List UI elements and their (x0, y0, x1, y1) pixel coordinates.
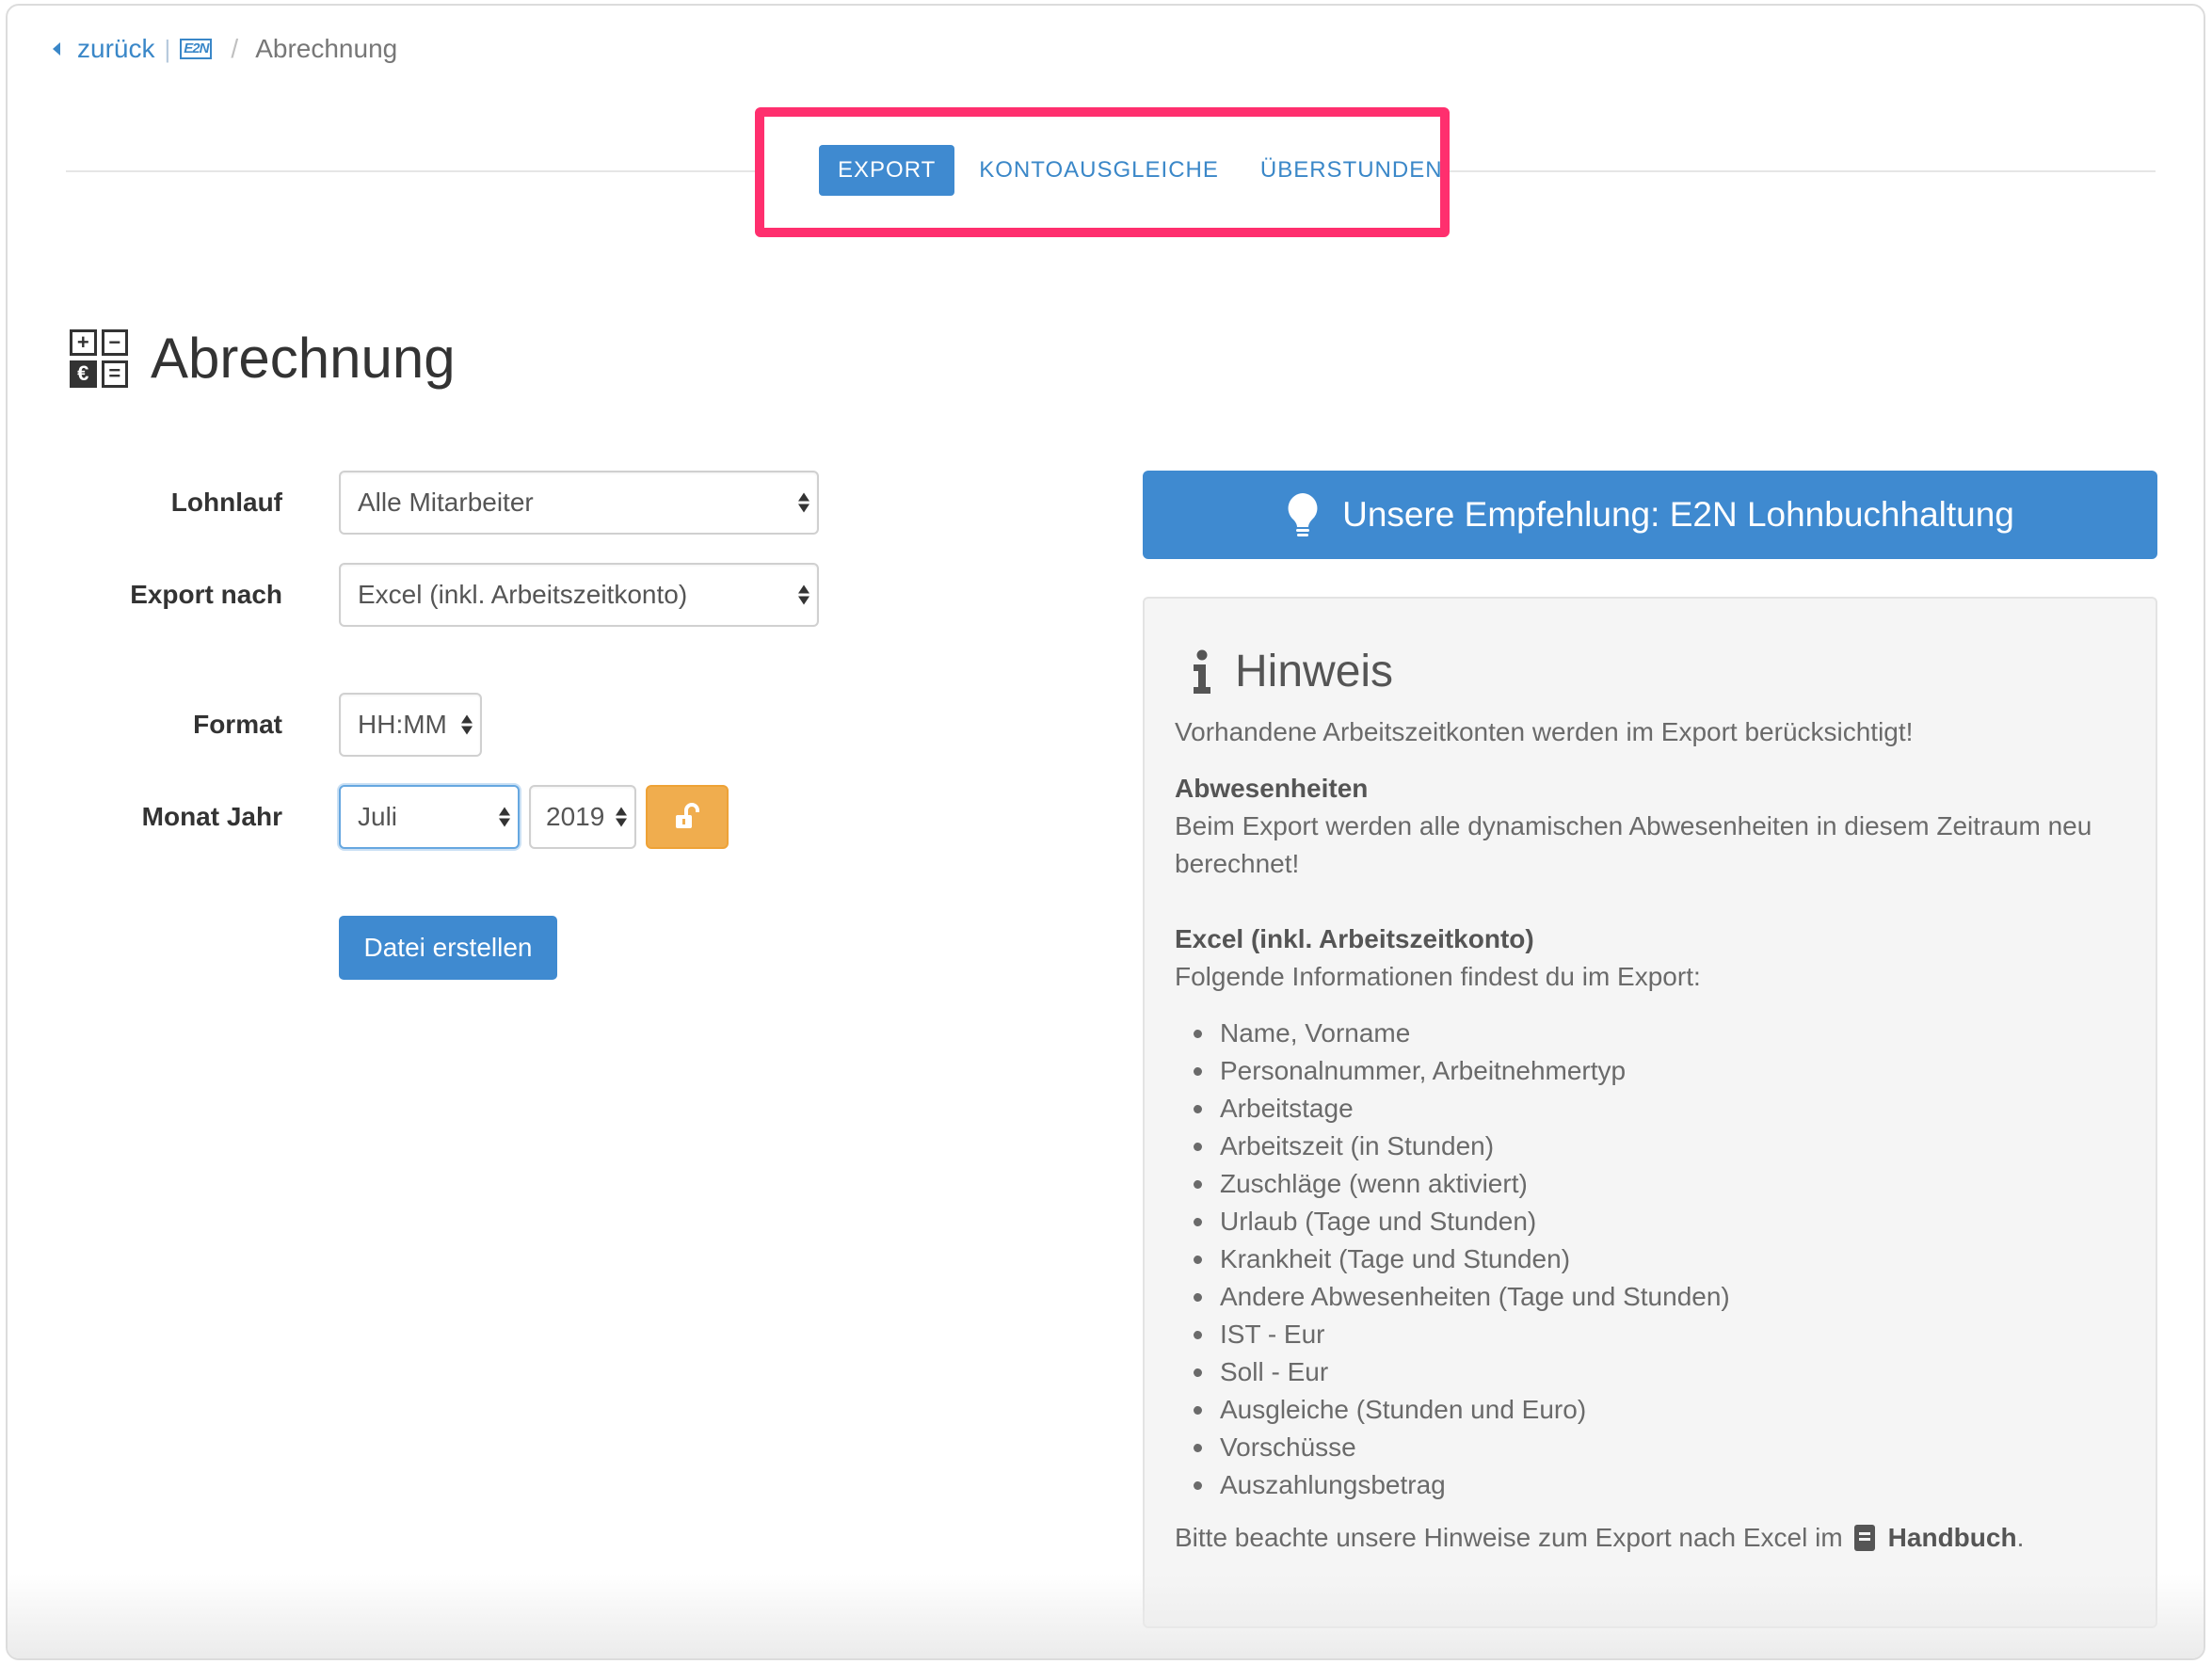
breadcrumb-separator: / (231, 34, 239, 63)
excel-heading: Excel (inkl. Arbeitszeitkonto) (1175, 924, 1534, 953)
list-item: Zuschläge (wenn aktiviert) (1194, 1165, 1730, 1203)
year-select[interactable]: 2019 (529, 785, 636, 849)
year-select-value: 2019 (546, 802, 605, 831)
tab-ueberstunden[interactable]: ÜBERSTUNDEN (1242, 145, 1462, 196)
list-item: Arbeitszeit (in Stunden) (1194, 1128, 1730, 1165)
select-arrows-icon (616, 807, 627, 827)
list-item: Andere Abwesenheiten (Tage und Stunden) (1194, 1278, 1730, 1316)
app-window: zurück | E2N / Abrechnung EXPORT KONTOAU… (6, 4, 2205, 1660)
absences-heading: Abwesenheiten (1175, 774, 1369, 803)
list-item: Vorschüsse (1194, 1429, 1730, 1466)
lightbulb-icon (1288, 493, 1318, 536)
recommendation-label: Unsere Empfehlung: E2N Lohnbuchhaltung (1342, 495, 2014, 534)
format-select[interactable]: HH:MM (339, 693, 482, 757)
calculator-icon: + − € = (70, 328, 128, 388)
absences-text-1: Beim Export werden alle dynamischen Abwe… (1175, 811, 2092, 840)
lohnlauf-label: Lohnlauf (170, 488, 282, 517)
format-label: Format (193, 710, 282, 739)
monat-jahr-label: Monat Jahr (141, 802, 282, 831)
lohnlauf-select-value: Alle Mitarbeiter (358, 488, 534, 517)
info-icon (1194, 649, 1210, 694)
list-item: Ausgleiche (Stunden und Euro) (1194, 1391, 1730, 1429)
handbook-note-end: . (2016, 1523, 2025, 1552)
export-select[interactable]: Excel (inkl. Arbeitszeitkonto) (339, 563, 819, 627)
recommendation-button[interactable]: Unsere Empfehlung: E2N Lohnbuchhaltung (1143, 471, 2157, 559)
list-item: Krankheit (Tage und Stunden) (1194, 1240, 1730, 1278)
create-file-button[interactable]: Datei erstellen (339, 916, 557, 980)
hint-intro: Vorhandene Arbeitszeitkonten werden im E… (1175, 717, 1914, 746)
list-item: Personalnummer, Arbeitnehmertyp (1194, 1052, 1730, 1090)
list-item: Name, Vorname (1194, 1015, 1730, 1052)
unlock-icon (676, 803, 699, 828)
select-arrows-icon (461, 714, 473, 735)
unlock-button[interactable] (646, 785, 729, 849)
list-item: Soll - Eur (1194, 1353, 1730, 1391)
tab-export[interactable]: EXPORT (819, 145, 955, 196)
absences-text-2: berechnet! (1175, 849, 1300, 878)
export-label: Export nach (130, 580, 282, 609)
back-link[interactable]: zurück (77, 34, 154, 64)
excel-intro: Folgende Informationen findest du im Exp… (1175, 962, 1701, 991)
list-item: Urlaub (Tage und Stunden) (1194, 1203, 1730, 1240)
breadcrumb: zurück | E2N / Abrechnung (53, 34, 397, 64)
breadcrumb-current: Abrechnung (255, 34, 398, 63)
handbook-link[interactable]: Handbuch (1888, 1523, 2017, 1553)
select-arrows-icon (798, 584, 809, 605)
e2n-logo[interactable]: E2N (180, 39, 213, 59)
select-arrows-icon (798, 492, 809, 513)
list-item: IST - Eur (1194, 1316, 1730, 1353)
caret-left-icon[interactable] (53, 42, 60, 56)
list-item: Arbeitstage (1194, 1090, 1730, 1128)
month-select[interactable]: Juli (339, 785, 520, 849)
divider: | (164, 34, 171, 63)
hint-panel: Hinweis Vorhandene Arbeitszeitkonten wer… (1143, 597, 2157, 1628)
lohnlauf-select[interactable]: Alle Mitarbeiter (339, 471, 819, 535)
hint-title: Hinweis (1235, 647, 1394, 696)
page-title-text: Abrechnung (151, 327, 456, 390)
list-item: Auszahlungsbetrag (1194, 1466, 1730, 1504)
month-select-value: Juli (358, 802, 398, 831)
hint-header: Hinweis (1192, 646, 1393, 697)
export-info-list: Name, Vorname Personalnummer, Arbeitnehm… (1194, 1015, 1730, 1504)
select-arrows-icon (499, 807, 510, 827)
format-select-value: HH:MM (358, 710, 447, 739)
page-title: + − € = Abrechnung (70, 326, 456, 391)
window-bottom-shadow (8, 1574, 2204, 1658)
handbook-note: Bitte beachte unsere Hinweise zum Export… (1175, 1523, 2024, 1553)
tab-bar: EXPORT KONTOAUSGLEICHE ÜBERSTUNDEN (819, 145, 1462, 196)
export-select-value: Excel (inkl. Arbeitszeitkonto) (358, 580, 688, 609)
handbook-note-text: Bitte beachte unsere Hinweise zum Export… (1175, 1523, 1843, 1552)
tab-kontoausgleiche[interactable]: KONTOAUSGLEICHE (960, 145, 1238, 196)
book-icon (1853, 1525, 1875, 1551)
